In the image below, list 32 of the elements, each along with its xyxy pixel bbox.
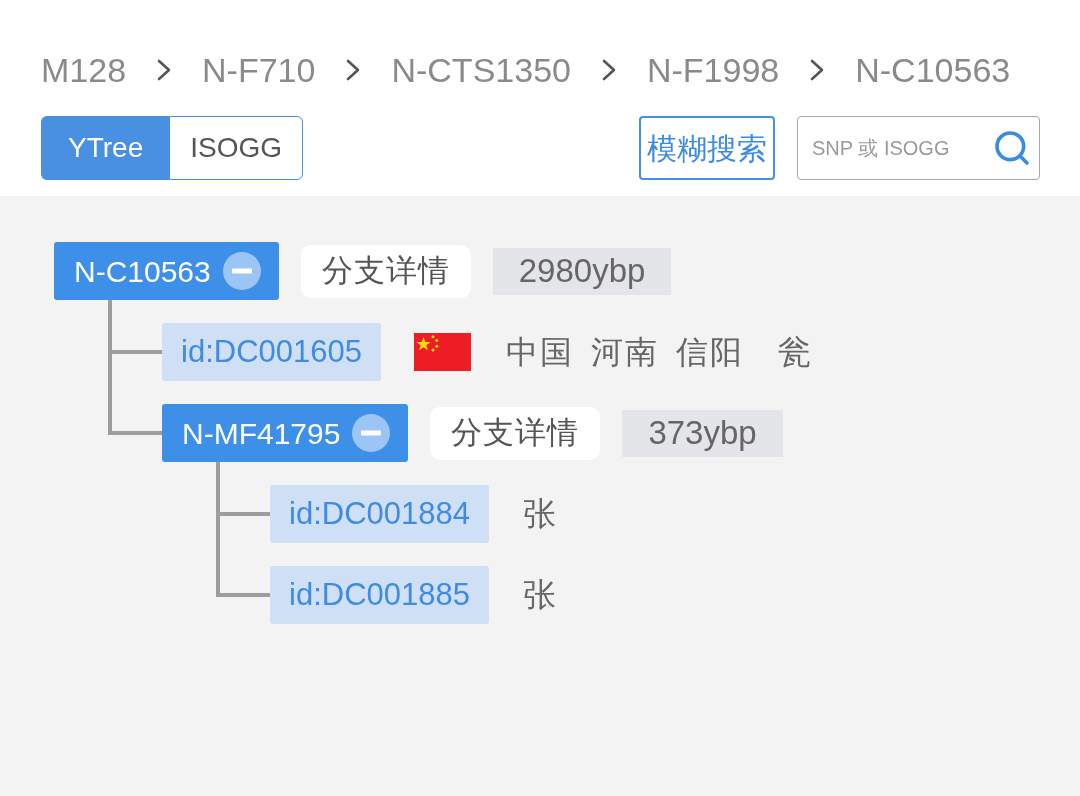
search-field[interactable]: SNP 或 ISOGG (797, 116, 1040, 180)
sample-surname: 张 (522, 494, 556, 535)
branch-age: 2980ybp (492, 247, 672, 295)
breadcrumb-link[interactable]: N-C10563 (855, 44, 1011, 96)
sample-surname: 瓮 (777, 332, 811, 373)
chevron-right-icon (601, 59, 616, 81)
sample-id-tag[interactable]: id:DC001885 (270, 566, 489, 624)
sample-id-tag[interactable]: id:DC001605 (162, 323, 381, 381)
chevron-right-icon (346, 59, 361, 81)
fuzzy-search-button[interactable]: 模糊搜索 (639, 116, 775, 180)
branch-node[interactable]: N-C10563 (54, 242, 279, 300)
sample-surname: 张 (522, 575, 556, 616)
china-flag-icon (413, 331, 471, 373)
branch-details-button[interactable]: 分支详情 (300, 244, 471, 298)
branch-age: 373ybp (622, 409, 783, 457)
branch-label: N-C10563 (74, 253, 211, 290)
branch-label: N-MF41795 (182, 415, 341, 452)
tree-source-tab[interactable]: ISOGG (169, 116, 303, 180)
breadcrumb-link[interactable]: M128 (41, 44, 127, 96)
chevron-right-icon (157, 59, 172, 81)
breadcrumb-link[interactable]: N-F710 (202, 44, 316, 96)
tree-source-tab[interactable]: YTree (41, 116, 170, 180)
sample-id-tag[interactable]: id:DC001884 (270, 485, 489, 543)
breadcrumb-link[interactable]: N-F1998 (646, 44, 780, 96)
branch-details-button[interactable]: 分支详情 (430, 406, 601, 460)
breadcrumb-link[interactable]: N-CTS1350 (391, 44, 571, 96)
chevron-right-icon (810, 59, 825, 81)
minus-circle-icon[interactable] (222, 252, 261, 290)
minus-circle-icon[interactable] (352, 414, 391, 452)
branch-node[interactable]: N-MF41795 (162, 404, 409, 462)
search-icon[interactable] (992, 128, 1032, 168)
sample-location: 中国 河南 信阳 (505, 333, 744, 372)
